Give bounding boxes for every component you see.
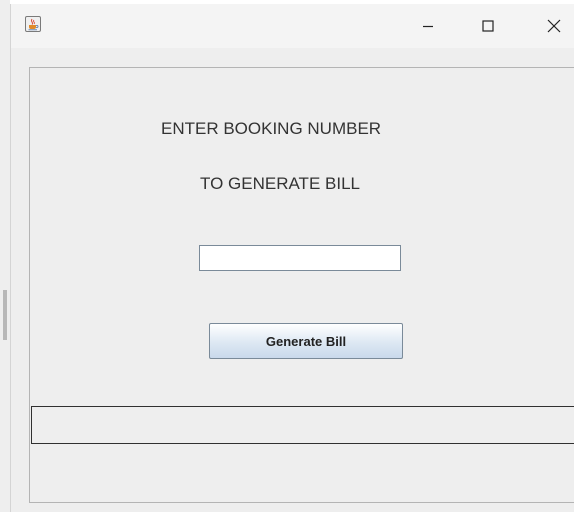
app-window: ENTER BOOKING NUMBER TO GENERATE BILL Ge…: [10, 4, 574, 512]
java-cup-icon[interactable]: [25, 16, 41, 32]
heading-to-generate-bill: TO GENERATE BILL: [200, 174, 360, 193]
maximize-icon: [482, 20, 494, 32]
generate-bill-button[interactable]: Generate Bill: [209, 323, 403, 359]
minimize-button[interactable]: [405, 4, 451, 48]
bill-form-panel: ENTER BOOKING NUMBER TO GENERATE BILL Ge…: [29, 67, 574, 503]
booking-number-input[interactable]: [199, 245, 401, 271]
bill-result-field: [31, 406, 574, 444]
close-button[interactable]: [531, 4, 574, 48]
close-icon: [547, 19, 561, 33]
minimize-icon: [423, 25, 433, 28]
background-window-edge: [3, 290, 7, 340]
desktop-background: [0, 0, 10, 512]
heading-enter-booking-number: ENTER BOOKING NUMBER: [161, 119, 382, 138]
title-bar[interactable]: [11, 4, 574, 48]
maximize-button[interactable]: [465, 4, 511, 48]
